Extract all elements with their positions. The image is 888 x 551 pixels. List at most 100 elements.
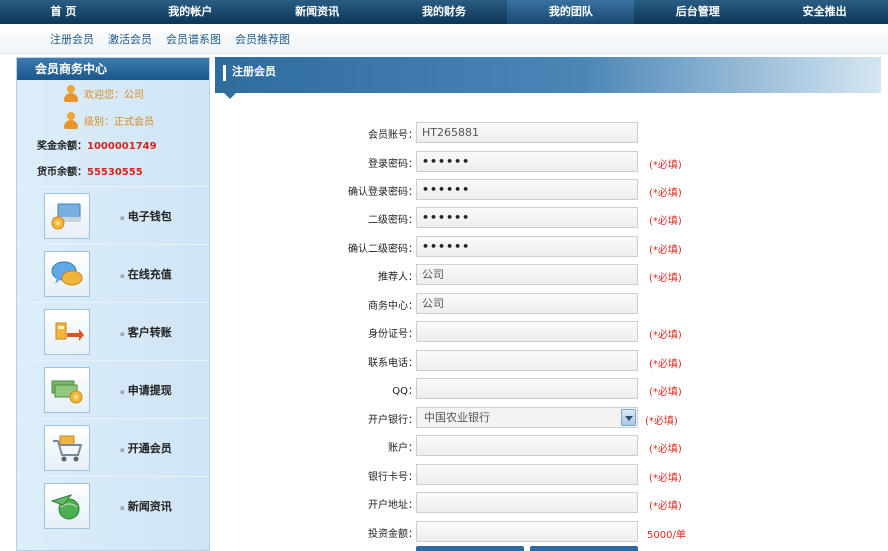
confirm-secondary-password-field[interactable]: •••••• (416, 236, 638, 257)
bonus-balance: 奖金余额：1000001749 (17, 134, 209, 160)
secondary-password-field[interactable]: •••••• (416, 207, 638, 228)
bank-address-field[interactable] (416, 492, 638, 513)
form-row-bank: 开户银行： 中国农业银行 (*必填) (215, 407, 881, 429)
reset-button[interactable] (530, 546, 638, 551)
nav-my-account[interactable]: 我的帐户 (127, 0, 254, 24)
investment-label: 投资金额： (368, 529, 418, 540)
form-row-bank-address: 开户地址： (*必填) (215, 492, 881, 514)
sidebar-item-e-wallet[interactable]: 电子钱包 (17, 186, 209, 244)
bonus-label: 奖金余额： (37, 141, 87, 152)
chevron-down-icon[interactable] (621, 409, 636, 426)
form-row-referrer: 推荐人： 公司 (*必填) (215, 264, 881, 286)
sidebar-item-label: 开通会员 (120, 440, 172, 456)
login-password-field[interactable]: •••••• (416, 151, 638, 172)
welcome-text: 欢迎您：公司 (84, 90, 144, 101)
currency-balance: 货币余额：55530555 (17, 160, 209, 186)
panel-header: 注册会员 (215, 57, 881, 99)
nav-my-team[interactable]: 我的团队 (507, 0, 635, 24)
main-panel: 注册会员 会员账号： HT265881 登录密码： •••••• (*必填) 确… (215, 57, 881, 551)
bank-account-label: 账户： (388, 443, 418, 454)
header-marker (223, 65, 226, 81)
wallet-icon (44, 192, 90, 239)
referrer-field[interactable]: 公司 (416, 264, 638, 285)
nav-home[interactable]: 首 页 (0, 0, 127, 24)
sidebar-item-label: 在线充值 (120, 266, 172, 282)
referrer-label: 推荐人： (378, 272, 418, 283)
user-icon (64, 111, 78, 130)
bonus-value: 1000001749 (87, 141, 157, 152)
sidebar: 会员商务中心 欢迎您：公司 级别：正式会员 奖金余额：1000001749 货币… (16, 57, 210, 551)
sub-nav: 注册会员 激活会员 会员谱系图 会员推荐图 (0, 24, 888, 54)
subnav-member-referral[interactable]: 会员推荐图 (235, 31, 290, 47)
subnav-register-member[interactable]: 注册会员 (50, 31, 94, 47)
sidebar-item-news[interactable]: 新闻资讯 (17, 476, 209, 534)
required-marker: (*必填) (649, 245, 682, 256)
nav-admin[interactable]: 后台管理 (634, 0, 761, 24)
form-row-confirm-secondary-password: 确认二级密码： •••••• (*必填) (215, 236, 881, 258)
form-row-login-password: 登录密码： •••••• (*必填) (215, 151, 881, 173)
globe-plane-icon (44, 482, 90, 529)
required-marker: (*必填) (649, 216, 682, 227)
money-stack-icon (44, 366, 90, 413)
required-marker: (*必填) (649, 273, 682, 284)
form-row-id-number: 身份证号： (*必填) (215, 321, 881, 343)
login-password-label: 登录密码： (368, 159, 418, 170)
nav-logout[interactable]: 安全推出 (761, 0, 888, 24)
subnav-activate-member[interactable]: 激活会员 (108, 31, 152, 47)
sidebar-item-label: 新闻资讯 (120, 498, 172, 514)
form-row-confirm-login-password: 确认登录密码： •••••• (*必填) (215, 179, 881, 201)
form-row-account: 会员账号： HT265881 (215, 122, 881, 144)
bank-account-field[interactable] (416, 435, 638, 456)
phone-field[interactable] (416, 350, 638, 371)
investment-field[interactable] (416, 521, 638, 542)
sidebar-title: 会员商务中心 (17, 58, 209, 80)
card-number-field[interactable] (416, 464, 638, 485)
page-title: 注册会员 (232, 65, 276, 78)
form-row-card-number: 银行卡号： (*必填) (215, 464, 881, 486)
required-marker: (*必填) (649, 359, 682, 370)
header-notch (224, 93, 236, 99)
confirm-secondary-password-label: 确认二级密码： (348, 244, 418, 255)
account-field[interactable]: HT265881 (416, 122, 638, 143)
confirm-login-password-field[interactable]: •••••• (416, 179, 638, 200)
required-marker: (*必填) (649, 501, 682, 512)
currency-value: 55530555 (87, 167, 143, 178)
form-row-investment: 投资金额： 5000/单 (215, 521, 881, 543)
form-row-secondary-password: 二级密码： •••••• (*必填) (215, 207, 881, 229)
user-icon (64, 84, 78, 103)
transfer-icon (44, 308, 90, 355)
top-nav: 首 页 我的帐户 新闻资讯 我的财务 我的团队 后台管理 安全推出 (0, 0, 888, 24)
bank-select-value: 中国农业银行 (424, 411, 490, 424)
required-marker: (*必填) (649, 330, 682, 341)
required-marker: (*必填) (649, 473, 682, 484)
subnav-member-genealogy[interactable]: 会员谱系图 (166, 31, 221, 47)
currency-label: 货币余额： (37, 167, 87, 178)
sidebar-item-online-recharge[interactable]: 在线充值 (17, 244, 209, 302)
qq-label: QQ： (392, 386, 418, 397)
submit-button[interactable] (416, 546, 524, 551)
business-center-label: 商务中心： (368, 301, 418, 312)
nav-my-finance[interactable]: 我的财务 (381, 0, 508, 24)
bank-select[interactable]: 中国农业银行 (416, 407, 638, 428)
sidebar-item-request-withdrawal[interactable]: 申请提现 (17, 360, 209, 418)
sidebar-item-label: 客户转账 (120, 324, 172, 340)
nav-news[interactable]: 新闻资讯 (254, 0, 381, 24)
qq-field[interactable] (416, 378, 638, 399)
id-number-field[interactable] (416, 321, 638, 342)
account-label: 会员账号： (368, 130, 418, 141)
form-row-business-center: 商务中心： 公司 (215, 293, 881, 315)
chat-bubbles-icon (44, 250, 90, 297)
sidebar-item-label: 申请提现 (120, 382, 172, 398)
welcome-row: 欢迎您：公司 (17, 80, 209, 107)
form-row-phone: 联系电话： (*必填) (215, 350, 881, 372)
form-row-qq: QQ： (*必填) (215, 378, 881, 400)
shopping-cart-icon (44, 424, 90, 471)
level-row: 级别：正式会员 (17, 107, 209, 134)
level-text: 级别：正式会员 (84, 117, 154, 128)
sidebar-item-customer-transfer[interactable]: 客户转账 (17, 302, 209, 360)
confirm-login-password-label: 确认登录密码： (348, 187, 418, 198)
business-center-field[interactable]: 公司 (416, 293, 638, 314)
sidebar-item-open-member[interactable]: 开通会员 (17, 418, 209, 476)
phone-label: 联系电话： (368, 358, 418, 369)
investment-unit-note: 5000/单 (647, 530, 686, 541)
